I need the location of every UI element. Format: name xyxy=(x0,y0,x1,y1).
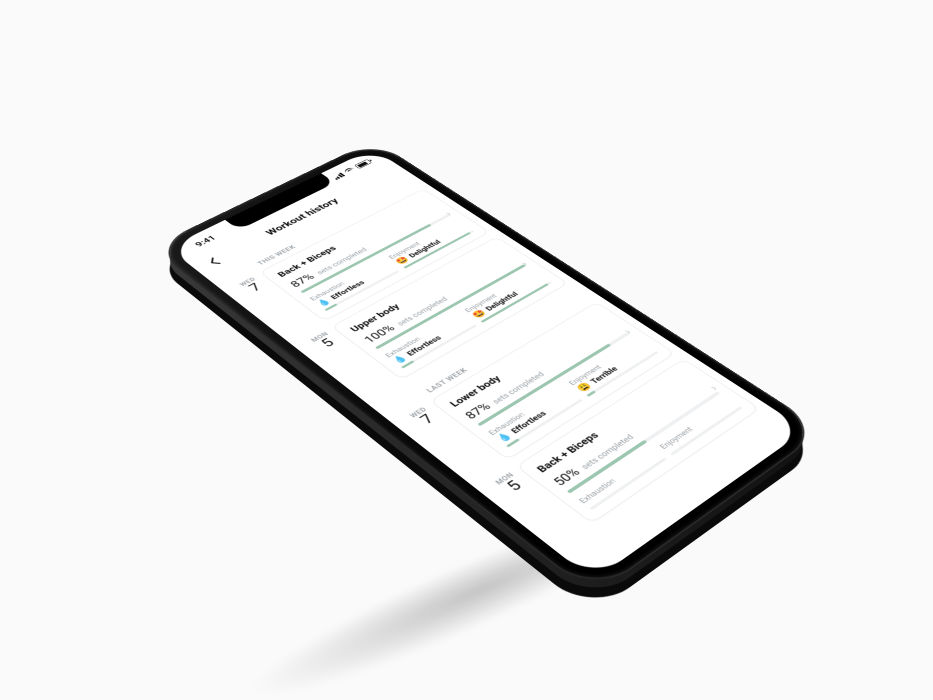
drop-icon: 💧 xyxy=(495,431,514,444)
enjoyment-label: Enjoyment xyxy=(657,398,735,450)
completion-percent: 50% xyxy=(550,466,583,489)
drop-icon: 💧 xyxy=(391,354,409,365)
completion-percent: 87% xyxy=(462,401,494,422)
exhaustion-label: Exhaustion xyxy=(577,449,660,505)
battery-icon xyxy=(354,159,372,169)
completion-label: sets completed xyxy=(490,370,546,405)
enjoyment-bar xyxy=(669,406,741,455)
enjoyment-value: Terrible xyxy=(588,365,620,385)
exhaustion-value: Effortless xyxy=(508,409,548,435)
status-time: 9:41 xyxy=(192,234,218,249)
face-icon: 😩 xyxy=(575,381,593,393)
exhaustion-label: Exhaustion xyxy=(486,385,568,437)
exhaustion-value: Effortless xyxy=(404,334,443,357)
signal-icon xyxy=(331,172,345,180)
wifi-icon xyxy=(342,167,356,175)
chevron-right-icon: › xyxy=(705,383,721,393)
completion-label: sets completed xyxy=(578,433,635,471)
chevron-left-icon xyxy=(205,257,221,267)
exhaustion-bar xyxy=(589,458,666,511)
chevron-right-icon: › xyxy=(620,327,635,337)
enjoyment-label: Enjoyment xyxy=(566,338,643,386)
